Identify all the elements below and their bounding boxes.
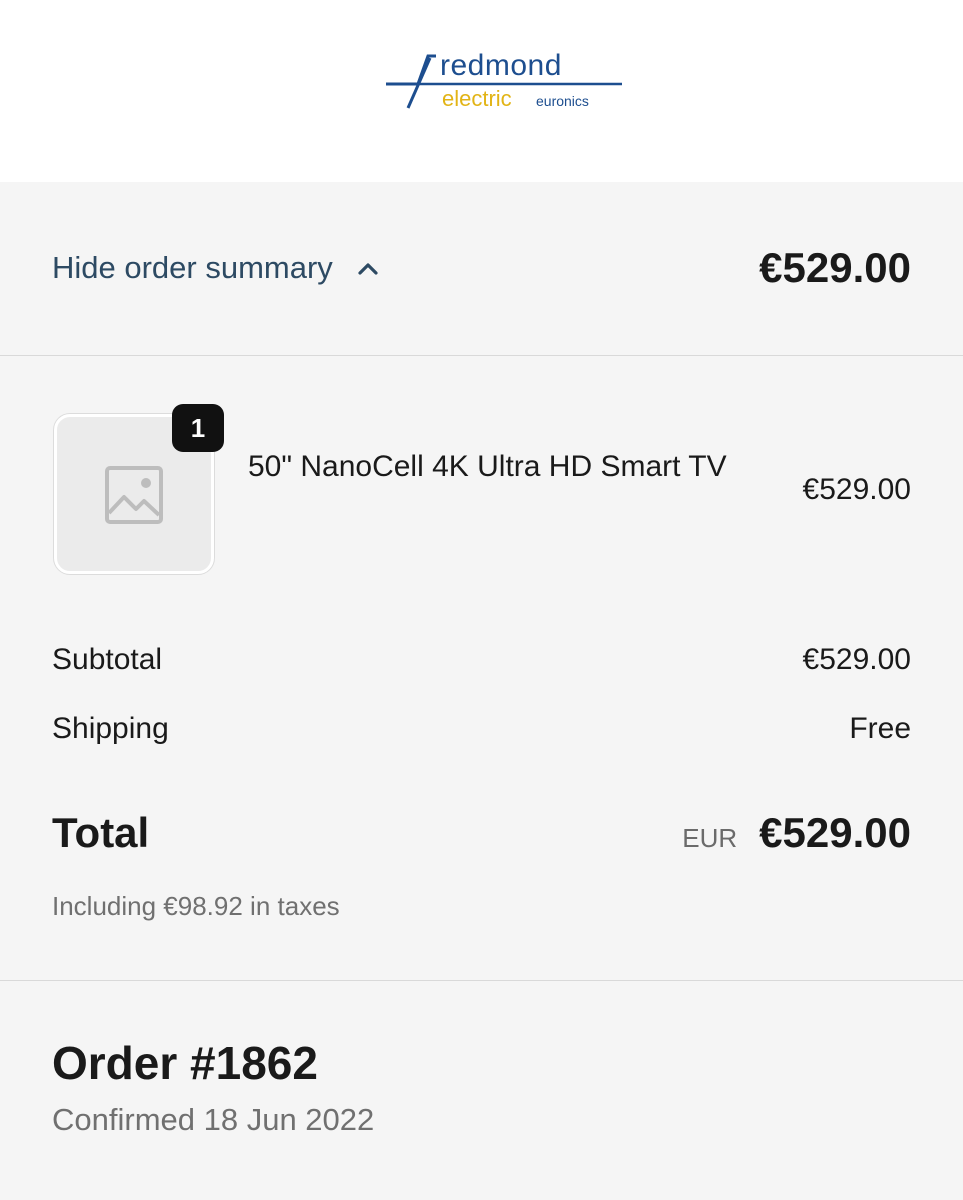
total-label: Total <box>52 809 150 856</box>
subtotal-row: Subtotal €529.00 <box>52 640 911 680</box>
store-header: redmond electric euronics <box>0 0 963 182</box>
order-confirmed-date: Confirmed 18 Jun 2022 <box>52 1102 375 1137</box>
order-summary: Hide order summary €529.00 1 50" NanoCel… <box>0 182 963 1200</box>
logo-wordmark-top: redmond <box>440 49 562 82</box>
store-logo[interactable]: redmond electric euronics <box>384 48 624 116</box>
line-item: 1 50" NanoCell 4K Ultra HD Smart TV €529… <box>0 356 963 616</box>
product-price: €529.00 <box>802 473 911 506</box>
total-value: €529.00 <box>759 809 911 856</box>
logo-subbrand: euronics <box>536 93 589 109</box>
shipping-row: Shipping Free <box>52 709 911 749</box>
hide-order-summary-button[interactable]: Hide order summary <box>52 246 379 290</box>
summary-total-price: €529.00 <box>759 244 911 291</box>
subtotal-label: Subtotal <box>52 643 163 676</box>
total-row: Total EUR €529.00 <box>52 806 911 860</box>
hide-order-summary-label: Hide order summary <box>52 250 333 285</box>
subtotal-value: €529.00 <box>802 643 911 676</box>
image-placeholder-icon <box>105 466 163 524</box>
order-number: Order #1862 <box>52 1037 318 1089</box>
shipping-label: Shipping <box>52 712 169 745</box>
quantity-badge: 1 <box>172 404 224 452</box>
chevron-up-icon <box>358 263 378 275</box>
summary-toggle-bar: Hide order summary €529.00 <box>0 182 963 356</box>
product-name: 50" NanoCell 4K Ultra HD Smart TV <box>248 450 727 483</box>
taxes-note: Including €98.92 in taxes <box>52 891 340 921</box>
logo-wordmark-bottom: electric <box>442 86 512 111</box>
shipping-value: Free <box>849 712 911 745</box>
section-divider <box>0 980 963 981</box>
currency-code: EUR <box>682 823 738 853</box>
total-amount: EUR €529.00 <box>682 806 911 865</box>
